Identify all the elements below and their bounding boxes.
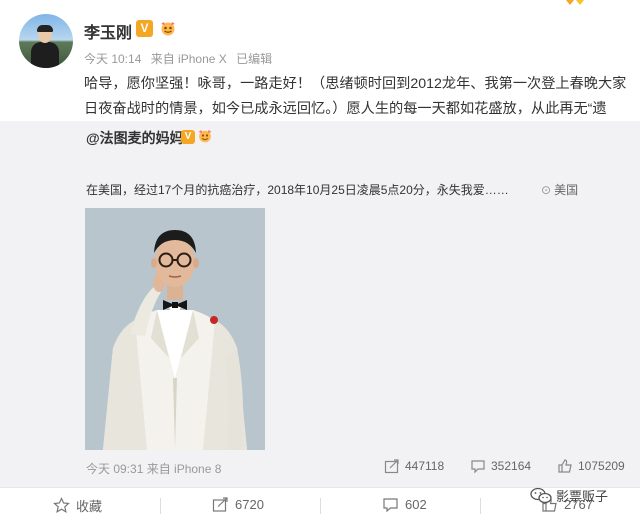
repost-location[interactable]: ⊙ 美国 — [541, 181, 578, 198]
repost-footer: 今天 09:31 来自 iPhone 8 — [86, 462, 222, 476]
repost-share-value: 447118 — [405, 459, 445, 473]
comment-icon — [383, 498, 398, 513]
favorite-label: 收藏 — [76, 499, 103, 514]
action-separator — [160, 498, 161, 514]
share-count: 6720 — [235, 497, 264, 512]
repost-photo[interactable] — [85, 208, 265, 450]
repost-verified-icon: V — [181, 130, 195, 144]
repost-comment-value: 352164 — [491, 459, 532, 473]
repost-author[interactable]: @法图麦的妈妈 — [86, 128, 184, 148]
repost-member-badge-icon[interactable] — [197, 129, 213, 143]
share-icon — [212, 497, 228, 512]
thumbs-up-icon — [558, 459, 572, 473]
location-label: 美国 — [554, 183, 579, 197]
share-button[interactable]: 6720 — [212, 496, 264, 513]
author-name[interactable]: 李玉刚 — [84, 19, 132, 43]
action-separator — [480, 498, 481, 514]
post-meta: 今天 10:14 来自 iPhone X 已编辑 — [84, 50, 278, 67]
watermark: 影票贩子 — [530, 486, 608, 505]
verified-icon: V — [136, 20, 153, 37]
author-avatar[interactable] — [19, 14, 73, 68]
repost-like-count[interactable]: 1075209 — [557, 458, 625, 474]
post-source: 来自 iPhone X — [150, 52, 227, 66]
repost-comment-count[interactable]: 352164 — [470, 458, 531, 474]
repost-share-count[interactable]: 447118 — [384, 458, 444, 474]
watermark-text: 影票贩子 — [556, 489, 609, 504]
repost-like-value: 1075209 — [578, 459, 625, 473]
member-badge-icon[interactable] — [159, 21, 177, 36]
location-pin-icon: ⊙ — [541, 183, 552, 197]
badge-sliver-icon — [566, 0, 584, 5]
share-icon — [384, 459, 399, 474]
post-time[interactable]: 今天 10:14 — [84, 52, 141, 66]
repost-text: 在美国，经过17个月的抗癌治疗，2018年10月25日凌晨5点20分，永失我爱…… — [86, 183, 509, 197]
comment-icon — [471, 460, 485, 474]
comment-button[interactable]: 602 — [382, 496, 427, 513]
star-icon — [53, 497, 70, 514]
wechat-logo-icon — [530, 487, 552, 503]
weibo-post: 李玉刚 V 今天 10:14 来自 iPhone X 已编辑 哈导，愿你坚强！咏… — [0, 0, 640, 523]
action-separator — [320, 498, 321, 514]
favorite-button[interactable]: 收藏 — [53, 496, 102, 515]
tuxedo-man-image — [85, 208, 265, 450]
post-edited[interactable]: 已编辑 — [236, 52, 272, 66]
comment-count: 602 — [405, 497, 427, 512]
